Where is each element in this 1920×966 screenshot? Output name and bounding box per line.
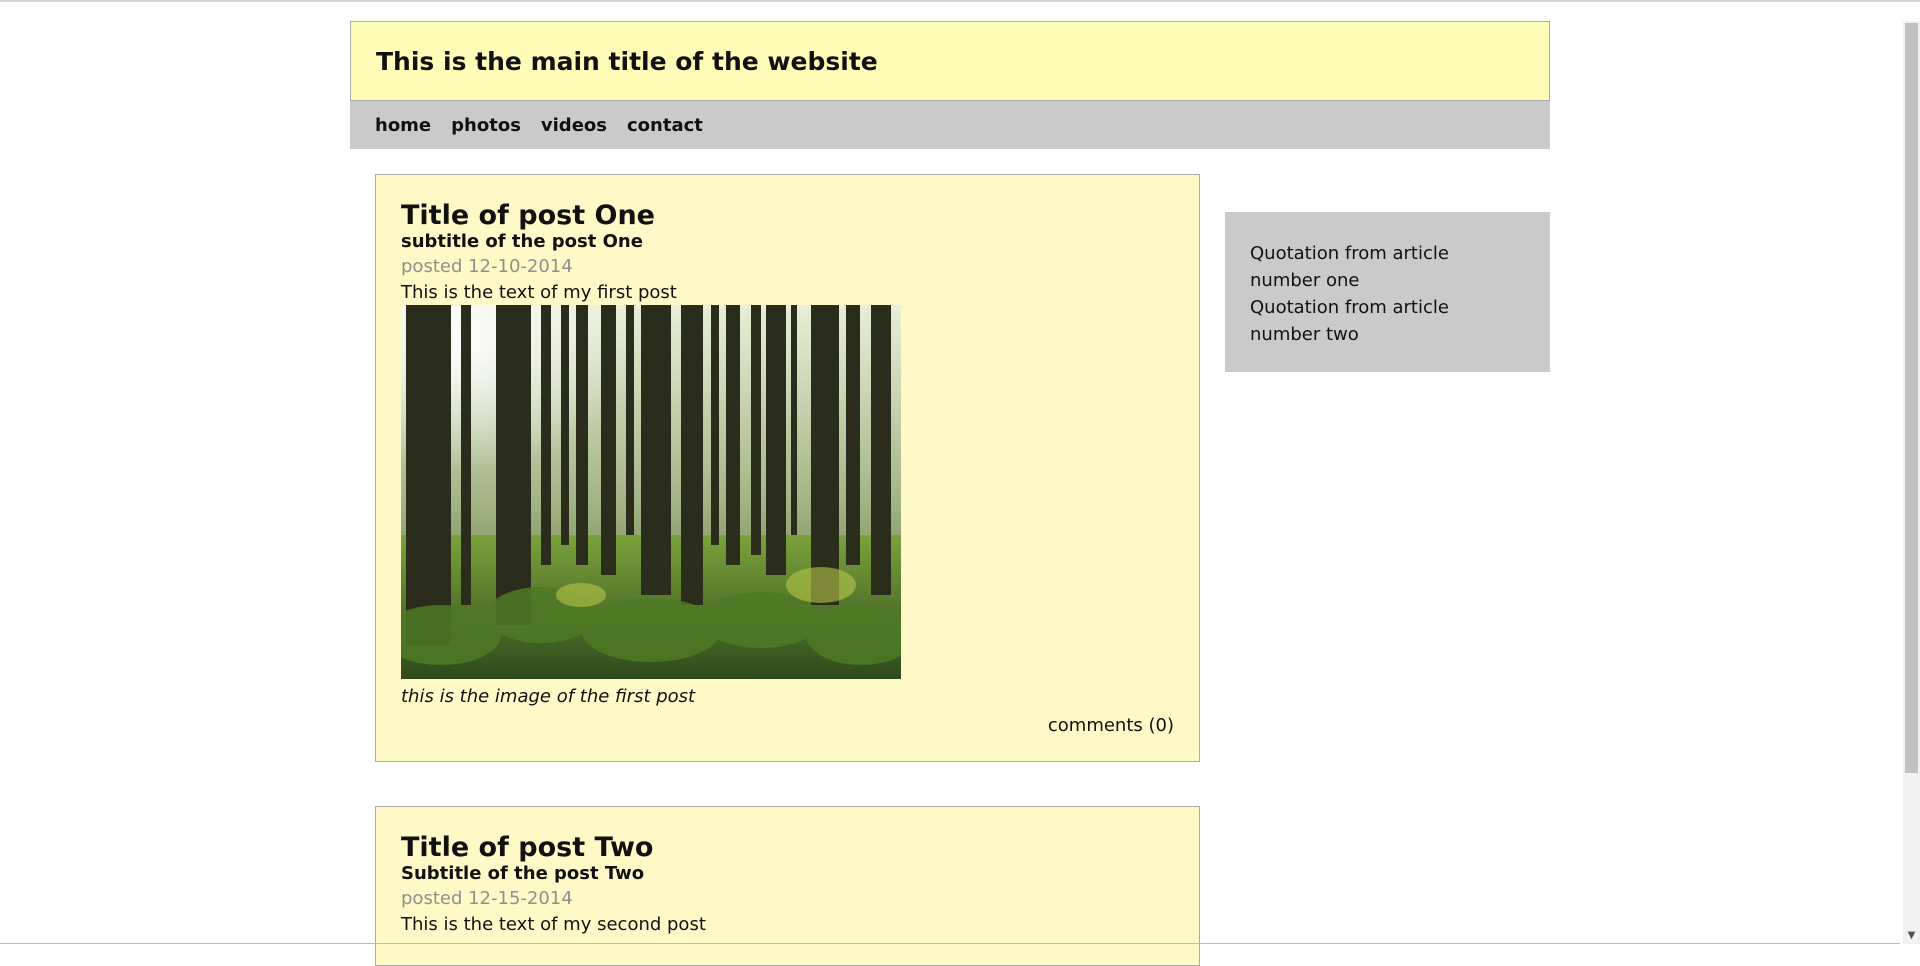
post-figure: this is the image of the first post [401,305,901,709]
scroll-down-icon[interactable]: ▼ [1903,927,1920,944]
post-card: Title of post One subtitle of the post O… [375,174,1200,762]
site-title: This is the main title of the website [376,46,878,76]
post-card: Title of post Two Subtitle of the post T… [375,806,1200,966]
quote-item: Quotation from article number one [1250,243,1449,291]
scroll-thumb[interactable] [1905,23,1918,773]
quotes-sidebar: Quotation from article number one Quotat… [1225,212,1550,372]
post-subtitle: Subtitle of the post Two [401,863,645,884]
site-header: This is the main title of the website [350,21,1550,101]
post-date: posted 12-15-2014 [401,888,573,909]
page-container: This is the main title of the website ho… [350,21,1550,966]
nav-item-contact[interactable]: contact [627,115,703,136]
top-border [0,0,1920,2]
quote-item: Quotation from article number two [1250,297,1449,345]
forest-image [401,305,901,679]
main-nav: home photos videos contact [350,101,1550,149]
post-text: This is the text of my first post [401,282,677,303]
post-subtitle: subtitle of the post One [401,231,643,252]
nav-item-photos[interactable]: photos [451,115,521,136]
post-date: posted 12-10-2014 [401,256,573,277]
vertical-scrollbar[interactable]: ▲ ▼ [1903,21,1920,944]
post-title: Title of post One [401,200,655,231]
comments-link[interactable]: comments (0) [1048,715,1174,736]
nav-item-videos[interactable]: videos [541,115,607,136]
nav-item-home[interactable]: home [375,115,431,136]
post-text: This is the text of my second post [401,914,706,935]
image-caption: this is the image of the first post [401,686,696,707]
post-title: Title of post Two [401,832,654,863]
